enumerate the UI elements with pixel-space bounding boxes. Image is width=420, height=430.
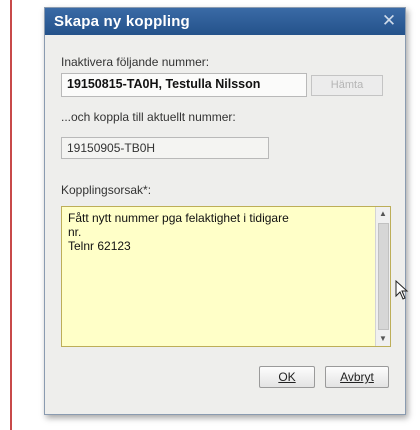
cancel-button-label: Avbryt xyxy=(340,370,374,384)
ok-button[interactable]: OK xyxy=(259,366,315,388)
connect-number-label: ...och koppla till aktuellt nummer: xyxy=(61,110,236,124)
reason-scrollbar[interactable]: ▲ ▼ xyxy=(375,207,390,346)
scroll-up-arrow-icon[interactable]: ▲ xyxy=(376,207,390,221)
reason-text[interactable]: Fått nytt nummer pga felaktighet i tidig… xyxy=(68,211,368,253)
dialog-title: Skapa ny koppling xyxy=(54,13,190,30)
mouse-pointer-icon xyxy=(395,280,409,300)
dialog-titlebar[interactable]: Skapa ny koppling ✕ xyxy=(45,8,405,35)
inactivate-number-label: Inaktivera följande nummer: xyxy=(61,55,210,69)
close-icon[interactable]: ✕ xyxy=(379,11,399,31)
scroll-thumb[interactable] xyxy=(378,223,389,330)
reason-textarea[interactable]: Fått nytt nummer pga felaktighet i tidig… xyxy=(61,206,391,347)
create-link-dialog: Skapa ny koppling ✕ Inaktivera följande … xyxy=(44,7,406,415)
inactivate-number-field[interactable]: 19150815-TA0H, Testulla Nilsson xyxy=(61,73,307,97)
scroll-down-arrow-icon[interactable]: ▼ xyxy=(376,332,390,346)
page-margin-rule xyxy=(10,0,12,430)
ok-button-label: OK xyxy=(278,370,296,384)
cancel-button[interactable]: Avbryt xyxy=(325,366,389,388)
fetch-button[interactable]: Hämta xyxy=(311,75,383,96)
reason-label: Kopplingsorsak*: xyxy=(61,183,152,197)
current-number-field: 19150905-TB0H xyxy=(61,137,269,159)
